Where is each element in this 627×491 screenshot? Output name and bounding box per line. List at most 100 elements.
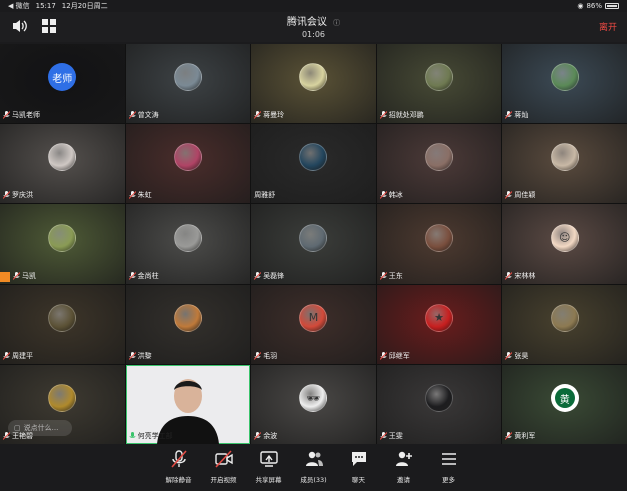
mic-muted-icon xyxy=(379,351,388,360)
meeting-header: 腾讯会议 ⓘ 01:06 离开 xyxy=(0,12,627,42)
participant-tile[interactable]: 蒋灿 xyxy=(502,44,627,124)
mic-muted-icon xyxy=(505,351,513,360)
participant-avatar: 黄 xyxy=(550,384,579,413)
participant-name-tag: 马凯老师 xyxy=(2,110,40,120)
participant-tile[interactable]: 吴磊锋 xyxy=(251,204,376,284)
participant-avatar xyxy=(173,223,202,252)
participant-tile[interactable]: 招就处邓鹏 xyxy=(376,44,502,124)
mic-muted-icon xyxy=(505,191,513,200)
toolbar-label: 共享屏幕 xyxy=(255,476,282,484)
meeting-title-text: 腾讯会议 xyxy=(286,17,327,28)
status-carrier: ◀ 微信 xyxy=(8,2,30,10)
participant-name-tag: 毛羽 xyxy=(253,351,277,361)
participant-name: 曾文涛 xyxy=(137,111,159,120)
mic-active-icon xyxy=(129,431,136,440)
participant-name-tag: 蒋灿 xyxy=(505,110,528,120)
participant-tile[interactable]: 王雯 xyxy=(376,364,502,444)
participant-name-tag: 金尚柱 xyxy=(128,271,159,281)
participant-avatar xyxy=(173,63,202,92)
video-off-button[interactable]: 开启视频 xyxy=(206,449,242,491)
participant-name: 洪黎 xyxy=(137,351,152,360)
participant-avatar xyxy=(425,143,454,172)
host-badge-icon xyxy=(0,271,10,282)
members-icon xyxy=(304,449,324,471)
participant-name: 余波 xyxy=(263,431,278,440)
participant-avatar: 🕶 xyxy=(299,384,328,413)
participant-name-tag: 周佳颖 xyxy=(505,190,535,200)
share-screen-button[interactable]: 共享屏幕 xyxy=(251,449,287,491)
invite-icon xyxy=(394,449,414,471)
toolbar-label: 成员(33) xyxy=(300,476,327,484)
video-off-icon xyxy=(214,449,234,471)
meeting-timer: 01:06 xyxy=(301,30,326,39)
participant-name-tag: 邱继军 xyxy=(379,351,410,361)
members-button[interactable]: 成员(33) xyxy=(296,449,332,491)
participant-name-tag: 马凯 xyxy=(12,271,36,281)
participant-tile[interactable]: 王东 xyxy=(376,204,502,284)
meeting-title[interactable]: 腾讯会议 ⓘ xyxy=(0,13,627,28)
participant-name-tag: 罗庆洪 xyxy=(2,190,33,200)
mic-muted-icon xyxy=(253,351,262,360)
participant-name: 黄利军 xyxy=(514,431,536,440)
battery-percent: 86% xyxy=(586,2,602,10)
participant-avatar xyxy=(48,223,77,252)
participant-tile[interactable]: 🕶 余波 xyxy=(251,364,376,444)
participant-tile[interactable]: 韩冰 xyxy=(376,124,502,204)
participant-name: 张昊 xyxy=(514,351,529,360)
mic-muted-icon xyxy=(379,271,388,280)
participant-avatar xyxy=(299,63,328,92)
participant-tile[interactable]: 洪黎 xyxy=(125,284,251,364)
invite-button[interactable]: 邀请 xyxy=(386,449,422,491)
participant-tile[interactable]: 张昊 xyxy=(502,284,627,364)
participant-avatar: 老师 xyxy=(48,63,77,92)
status-date: 12月20日周二 xyxy=(61,2,108,10)
toolbar-label: 更多 xyxy=(442,476,455,484)
participant-name: 周雅舒 xyxy=(254,191,276,200)
mic-muted-icon xyxy=(2,191,11,200)
chat-button[interactable]: 聊天 xyxy=(341,449,377,491)
participant-tile[interactable]: 曾文涛 xyxy=(125,44,251,124)
participant-tile[interactable]: 金尚柱 xyxy=(125,204,251,284)
participant-tile[interactable]: 朱虹 xyxy=(125,124,251,204)
chat-input-hint[interactable]: ▢ 说点什么... xyxy=(8,419,72,436)
mic-muted-icon xyxy=(505,111,513,120)
participant-tile[interactable]: ★ 邱继军 xyxy=(376,284,502,364)
mic-muted-icon xyxy=(253,271,262,280)
participant-tile[interactable]: 马凯 xyxy=(0,204,125,284)
participant-avatar xyxy=(299,143,328,172)
mic-muted-icon xyxy=(128,351,136,360)
toolbar-label: 解除静音 xyxy=(165,476,192,484)
participant-name: 邱继军 xyxy=(388,351,410,360)
participant-tile[interactable]: 周雅舒 xyxy=(251,124,376,204)
participant-tile[interactable]: 蒋曼玲 xyxy=(251,44,376,124)
mic-muted-icon xyxy=(253,111,262,120)
participant-tile[interactable]: M 毛羽 xyxy=(251,284,376,364)
leave-button[interactable]: 离开 xyxy=(599,20,617,33)
participant-name-tag: 吴磊锋 xyxy=(253,271,285,281)
participant-name-tag: 曾文涛 xyxy=(128,110,159,120)
mic-muted-icon xyxy=(253,431,262,440)
participant-avatar xyxy=(48,303,77,332)
participant-tile[interactable]: 周建平 xyxy=(0,284,125,364)
participant-tile[interactable]: 王艳碧 ▢ 说点什么... xyxy=(0,364,125,444)
participant-name: 马凯老师 xyxy=(12,111,40,120)
participant-tile[interactable]: 罗庆洪 xyxy=(0,124,125,204)
participant-avatar xyxy=(425,223,454,252)
toolbar-label: 开启视频 xyxy=(210,476,237,484)
mic-muted-button[interactable]: 解除静音 xyxy=(161,449,197,491)
participant-name: 招就处邓鹏 xyxy=(388,111,424,120)
participant-tile[interactable]: 周佳颖 xyxy=(502,124,627,204)
participant-name: 朱虹 xyxy=(137,191,152,200)
participant-name-tag: 王雯 xyxy=(379,431,403,441)
participant-tile[interactable]: 老师马凯老师 xyxy=(0,44,125,124)
info-icon[interactable]: ⓘ xyxy=(333,19,340,27)
mic-muted-icon xyxy=(2,111,11,120)
participant-name-tag: 周建平 xyxy=(2,351,33,361)
participant-avatar xyxy=(48,143,77,172)
participant-tile[interactable]: 黄黄利军 xyxy=(502,364,627,444)
participant-name: 吴磊锋 xyxy=(263,271,285,280)
more-button[interactable]: 更多 xyxy=(431,449,467,491)
participant-name-tag: 余波 xyxy=(253,431,278,441)
participant-tile[interactable]: ☺ 宋林林 xyxy=(502,204,627,284)
participant-tile[interactable]: 何亮学工部 xyxy=(125,364,251,444)
